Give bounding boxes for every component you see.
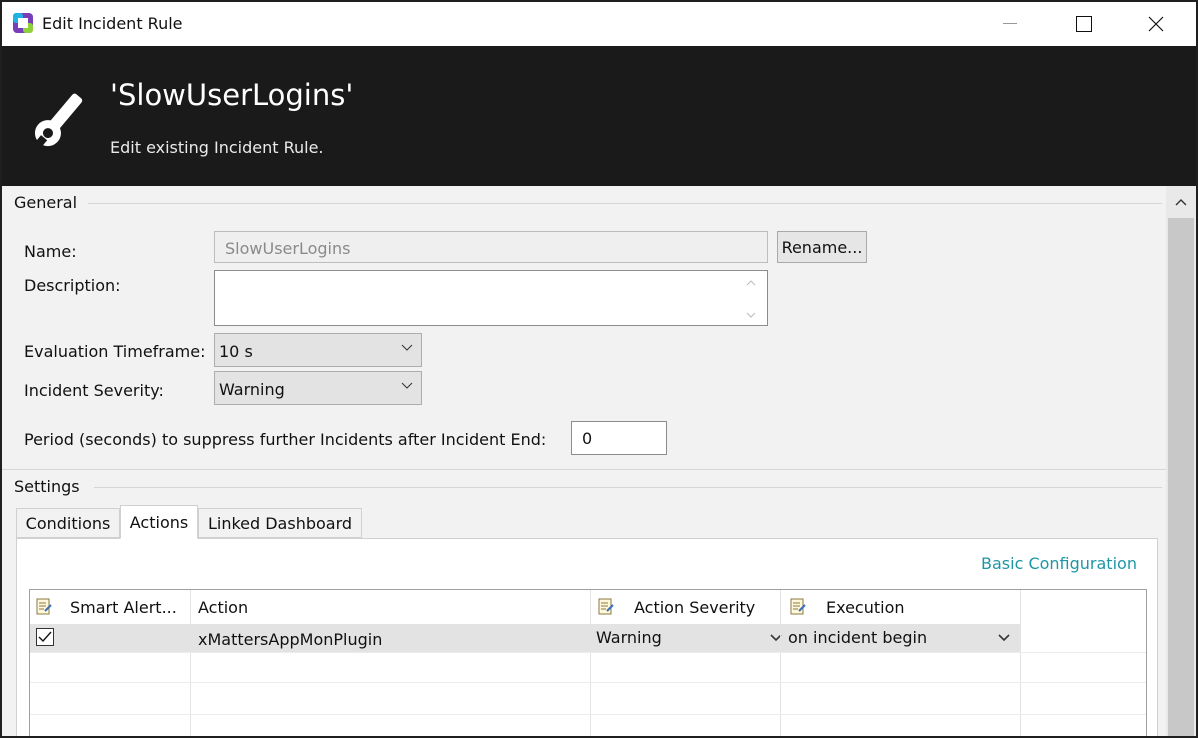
execution-value: on incident begin: [788, 628, 928, 647]
col-action[interactable]: Action: [198, 590, 588, 624]
name-field[interactable]: SlowUserLogins: [214, 231, 768, 263]
content-area: General Name: SlowUserLogins Rename... D…: [2, 186, 1166, 736]
severity-value: Warning: [219, 380, 285, 399]
col-smart-alert-label: Smart Alert...: [70, 597, 177, 617]
name-label: Name:: [24, 242, 77, 261]
severity-select[interactable]: Warning: [214, 371, 422, 405]
execution-cell[interactable]: on incident begin: [788, 628, 1014, 650]
close-button[interactable]: [1128, 2, 1184, 46]
timeframe-value: 10 s: [219, 342, 253, 361]
tab-linked-dashboard[interactable]: Linked Dashboard: [198, 508, 362, 538]
col-execution[interactable]: Execution: [790, 590, 1020, 624]
col-action-severity[interactable]: Action Severity: [598, 590, 788, 624]
col-smart-alert[interactable]: Smart Alert...: [36, 590, 190, 624]
wrench-icon: [34, 93, 83, 148]
description-field[interactable]: [214, 270, 768, 326]
settings-group-title: Settings: [14, 477, 80, 496]
close-icon: [1148, 16, 1164, 32]
maximize-button[interactable]: [1056, 2, 1112, 46]
action-cell[interactable]: xMattersAppMonPlugin: [198, 630, 382, 649]
minimize-button[interactable]: [982, 2, 1038, 46]
chevron-down-icon: [401, 344, 413, 351]
minimize-icon: [1003, 23, 1017, 24]
textarea-scroll-arrows-icon[interactable]: [745, 277, 757, 321]
action-severity-value: Warning: [596, 628, 662, 647]
timeframe-label: Evaluation Timeframe:: [24, 342, 206, 361]
row-separator: [30, 682, 1146, 683]
title-bar: Edit Incident Rule: [2, 2, 1196, 46]
name-value: SlowUserLogins: [225, 239, 351, 258]
section-divider: [2, 469, 1166, 470]
row-separator: [30, 714, 1146, 715]
column-separator: [780, 590, 781, 736]
col-execution-label: Execution: [826, 597, 905, 617]
scroll-up-button[interactable]: [1166, 186, 1196, 218]
checkmark-icon: [38, 631, 52, 643]
row-separator: [30, 652, 1146, 653]
tab-actions[interactable]: Actions: [120, 505, 198, 539]
suppress-value: 0: [582, 429, 593, 448]
tab-conditions[interactable]: Conditions: [16, 508, 120, 538]
chevron-down-icon: [401, 382, 413, 389]
general-group-title: General: [14, 193, 78, 212]
scrollbar-thumb[interactable]: [1168, 218, 1194, 736]
general-divider: [88, 203, 1162, 204]
rule-title: 'SlowUserLogins': [110, 78, 354, 112]
col-action-label: Action: [198, 597, 249, 617]
actions-tab-panel: Basic Configuration Smart Alert... Actio…: [16, 538, 1158, 736]
column-separator: [1020, 590, 1021, 736]
timeframe-select[interactable]: 10 s: [214, 333, 422, 367]
suppress-label: Period (seconds) to suppress further Inc…: [24, 430, 547, 449]
actions-table: Smart Alert... Action Action Severity Ex…: [29, 589, 1147, 736]
chevron-down-icon[interactable]: [998, 634, 1010, 642]
smart-alert-checkbox[interactable]: [36, 628, 54, 646]
edit-incident-rule-window: Edit Incident Rule 'SlowUserLogins' Edit…: [0, 0, 1198, 738]
rename-button[interactable]: Rename...: [777, 231, 867, 263]
column-separator: [590, 590, 591, 736]
app-logo-icon: [13, 13, 33, 33]
maximize-icon: [1076, 16, 1092, 32]
edit-document-icon: [36, 598, 52, 615]
action-severity-cell[interactable]: Warning: [596, 628, 786, 650]
description-label: Description:: [24, 276, 121, 295]
col-action-severity-label: Action Severity: [634, 597, 756, 617]
dialog-header: 'SlowUserLogins' Edit existing Incident …: [2, 46, 1196, 186]
edit-document-icon: [790, 598, 806, 615]
basic-configuration-link[interactable]: Basic Configuration: [981, 554, 1137, 573]
vertical-scrollbar[interactable]: [1166, 186, 1196, 736]
severity-label: Incident Severity:: [24, 381, 164, 400]
column-separator: [190, 590, 191, 736]
window-title: Edit Incident Rule: [42, 14, 183, 33]
rule-subtitle: Edit existing Incident Rule.: [110, 138, 324, 157]
suppress-field[interactable]: 0: [571, 421, 667, 455]
edit-document-icon: [598, 598, 614, 615]
chevron-up-icon: [1175, 199, 1187, 206]
settings-divider: [94, 487, 1162, 488]
